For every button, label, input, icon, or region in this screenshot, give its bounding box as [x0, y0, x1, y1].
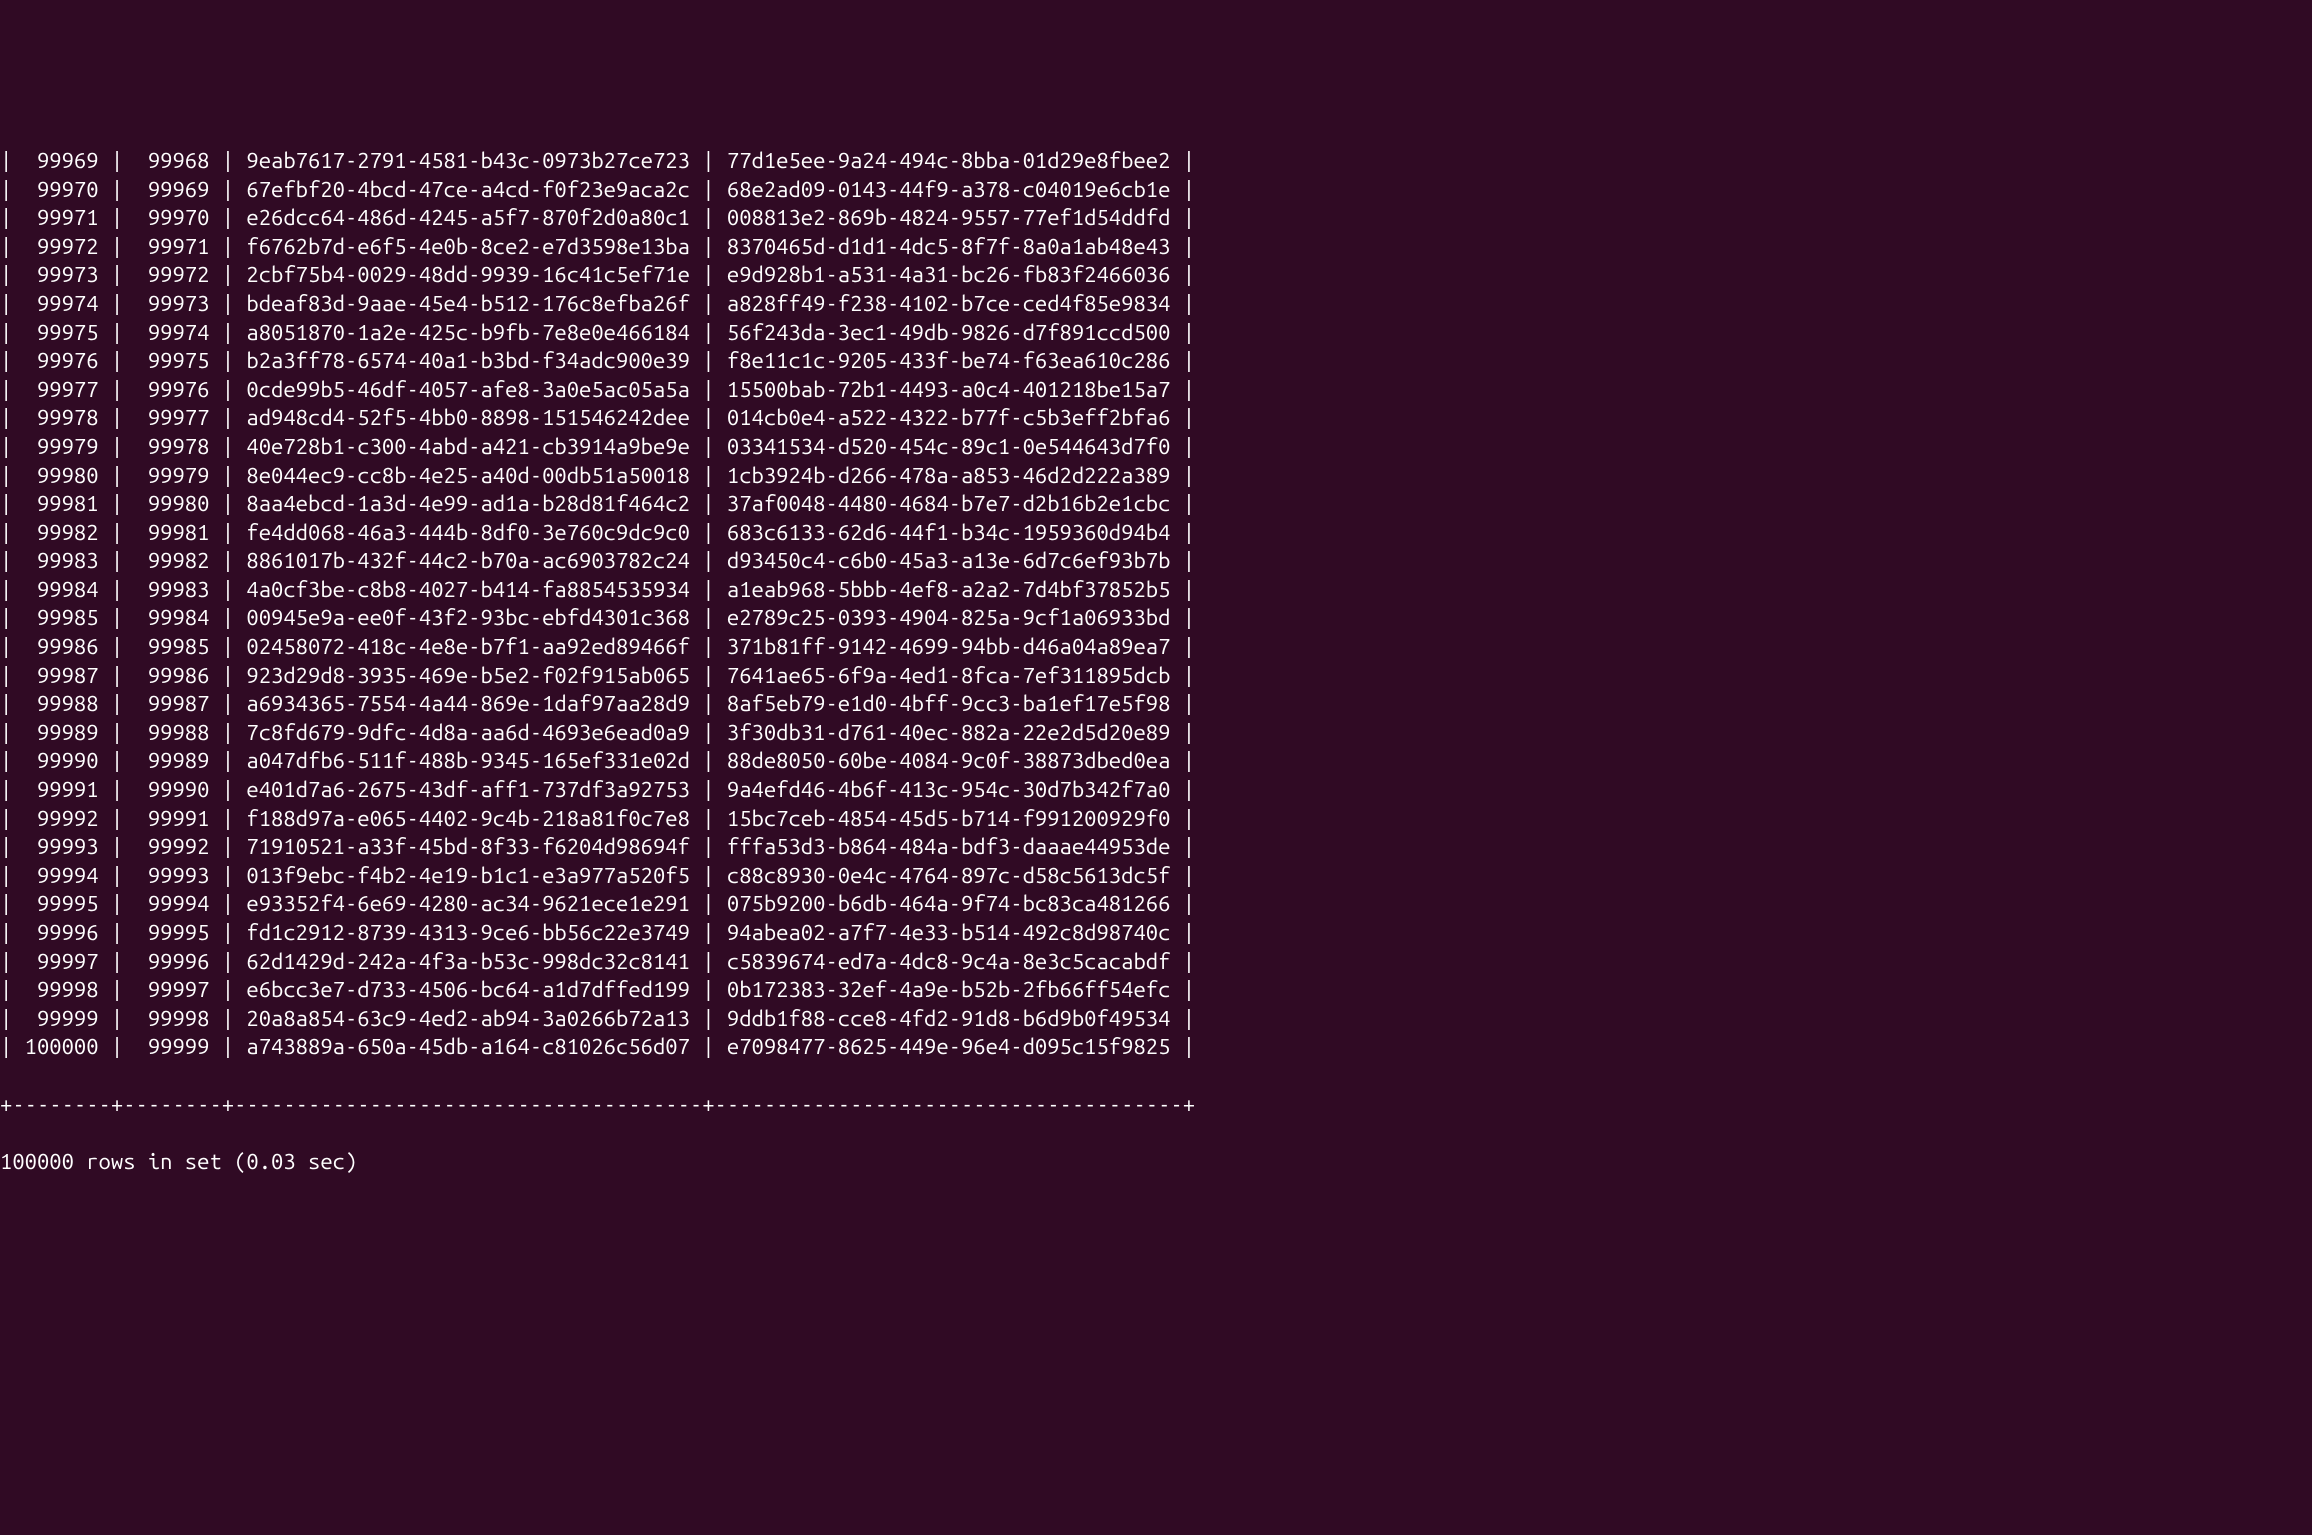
table-row: | 99991 | 99990 | e401d7a6-2675-43df-aff…: [0, 776, 2312, 805]
table-row: | 99989 | 99988 | 7c8fd679-9dfc-4d8a-aa6…: [0, 719, 2312, 748]
table-row: | 99992 | 99991 | f188d97a-e065-4402-9c4…: [0, 805, 2312, 834]
table-row: | 100000 | 99999 | a743889a-650a-45db-a1…: [0, 1033, 2312, 1062]
table-row: | 99990 | 99989 | a047dfb6-511f-488b-934…: [0, 747, 2312, 776]
table-separator: +--------+--------+---------------------…: [0, 1091, 2312, 1120]
table-row: | 99977 | 99976 | 0cde99b5-46df-4057-afe…: [0, 376, 2312, 405]
table-row: | 99978 | 99977 | ad948cd4-52f5-4bb0-889…: [0, 404, 2312, 433]
table-row: | 99973 | 99972 | 2cbf75b4-0029-48dd-993…: [0, 261, 2312, 290]
table-row: | 99983 | 99982 | 8861017b-432f-44c2-b70…: [0, 547, 2312, 576]
table-row: | 99987 | 99986 | 923d29d8-3935-469e-b5e…: [0, 662, 2312, 691]
table-row: | 99982 | 99981 | fe4dd068-46a3-444b-8df…: [0, 519, 2312, 548]
table-row: | 99970 | 99969 | 67efbf20-4bcd-47ce-a4c…: [0, 176, 2312, 205]
table-row: | 99971 | 99970 | e26dcc64-486d-4245-a5f…: [0, 204, 2312, 233]
table-row: | 99981 | 99980 | 8aa4ebcd-1a3d-4e99-ad1…: [0, 490, 2312, 519]
table-row: | 99999 | 99998 | 20a8a854-63c9-4ed2-ab9…: [0, 1005, 2312, 1034]
table-row: | 99974 | 99973 | bdeaf83d-9aae-45e4-b51…: [0, 290, 2312, 319]
table-row: | 99993 | 99992 | 71910521-a33f-45bd-8f3…: [0, 833, 2312, 862]
table-rows-container: | 99969 | 99968 | 9eab7617-2791-4581-b43…: [0, 147, 2312, 1062]
table-row: | 99988 | 99987 | a6934365-7554-4a44-869…: [0, 690, 2312, 719]
table-row: | 99976 | 99975 | b2a3ff78-6574-40a1-b3b…: [0, 347, 2312, 376]
table-row: | 99985 | 99984 | 00945e9a-ee0f-43f2-93b…: [0, 604, 2312, 633]
table-row: | 99984 | 99983 | 4a0cf3be-c8b8-4027-b41…: [0, 576, 2312, 605]
table-row: | 99998 | 99997 | e6bcc3e7-d733-4506-bc6…: [0, 976, 2312, 1005]
table-row: | 99996 | 99995 | fd1c2912-8739-4313-9ce…: [0, 919, 2312, 948]
table-row: | 99995 | 99994 | e93352f4-6e69-4280-ac3…: [0, 890, 2312, 919]
table-row: | 99979 | 99978 | 40e728b1-c300-4abd-a42…: [0, 433, 2312, 462]
table-row: | 99975 | 99974 | a8051870-1a2e-425c-b9f…: [0, 319, 2312, 348]
result-summary: 100000 rows in set (0.03 sec): [0, 1148, 2312, 1177]
table-row: | 99997 | 99996 | 62d1429d-242a-4f3a-b53…: [0, 948, 2312, 977]
table-row: | 99994 | 99993 | 013f9ebc-f4b2-4e19-b1c…: [0, 862, 2312, 891]
table-row: | 99980 | 99979 | 8e044ec9-cc8b-4e25-a40…: [0, 462, 2312, 491]
terminal-output: | 99969 | 99968 | 9eab7617-2791-4581-b43…: [0, 118, 2312, 1233]
table-row: | 99972 | 99971 | f6762b7d-e6f5-4e0b-8ce…: [0, 233, 2312, 262]
table-row: | 99986 | 99985 | 02458072-418c-4e8e-b7f…: [0, 633, 2312, 662]
table-row: | 99969 | 99968 | 9eab7617-2791-4581-b43…: [0, 147, 2312, 176]
